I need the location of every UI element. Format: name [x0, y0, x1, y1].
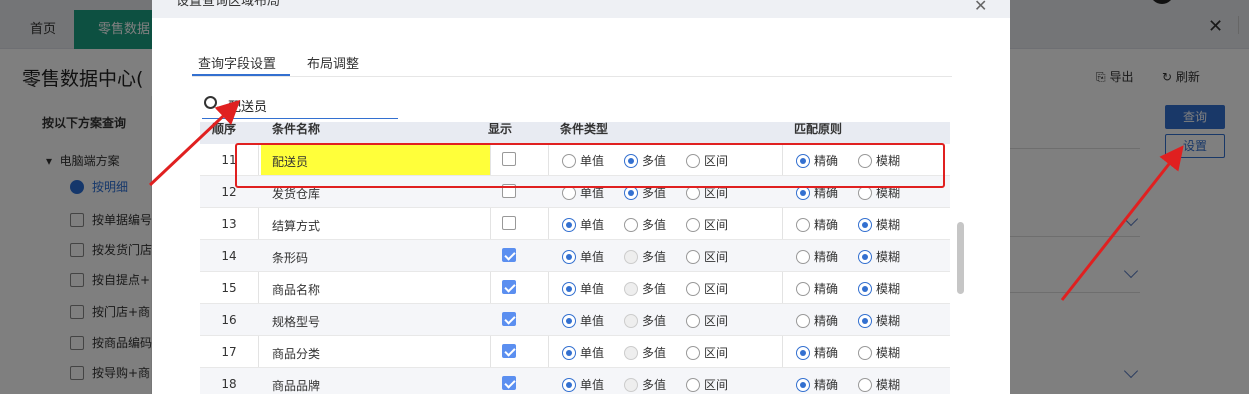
annotation-arrow-search	[148, 99, 241, 187]
annotation-arrow-setting	[1060, 145, 1184, 301]
annotation-arrows	[148, 99, 1184, 301]
